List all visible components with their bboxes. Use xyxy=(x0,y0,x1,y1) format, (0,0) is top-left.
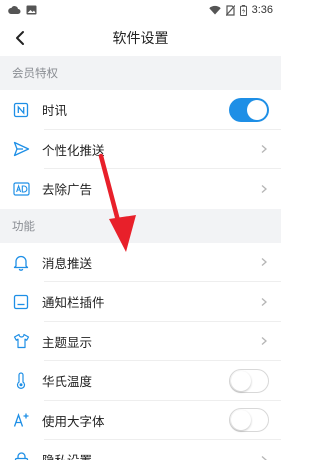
setting-row-news[interactable]: 时讯 xyxy=(0,90,281,130)
section-list-features: 消息推送 通知栏插件 主题显示 华氏温度 使用大字体 隐私设置 xyxy=(0,243,281,460)
section-header-vip: 会员特权 xyxy=(0,56,281,90)
page-title: 软件设置 xyxy=(112,31,169,47)
no-sim-icon xyxy=(225,4,235,16)
setting-row-large-font[interactable]: 使用大字体 xyxy=(0,401,281,441)
bell-icon xyxy=(12,253,30,271)
fahrenheit-toggle[interactable] xyxy=(229,368,269,393)
setting-label-message-push: 消息推送 xyxy=(42,255,93,271)
status-bar: 3:36 xyxy=(0,0,281,20)
wifi-icon xyxy=(208,5,221,15)
setting-label-privacy: 隐私设置 xyxy=(42,450,259,460)
setting-label-personalized-push: 个性化推送 xyxy=(42,142,105,158)
chevron-right-icon xyxy=(261,297,267,306)
send-icon xyxy=(12,140,30,158)
chevron-right-icon xyxy=(261,184,267,193)
setting-label-news: 时讯 xyxy=(42,103,68,119)
chevron-left-icon xyxy=(16,31,24,45)
setting-row-privacy[interactable]: 隐私设置 xyxy=(0,440,281,460)
setting-label-notification-widget: 通知栏插件 xyxy=(42,295,105,311)
setting-label-remove-ads: 去除广告 xyxy=(42,182,93,198)
setting-label-fahrenheit: 华氏温度 xyxy=(42,374,93,390)
setting-row-personalized-push[interactable]: 个性化推送 xyxy=(0,130,281,170)
section-list-vip: 时讯 个性化推送 去除广告 xyxy=(0,90,281,209)
ad-icon xyxy=(12,180,30,198)
chevron-right-icon xyxy=(261,145,267,154)
setting-row-theme[interactable]: 主题显示 xyxy=(0,322,281,362)
notification-widget-icon xyxy=(12,293,30,311)
news-toggle[interactable] xyxy=(229,97,269,122)
shirt-icon xyxy=(12,332,30,350)
lock-icon xyxy=(12,451,30,460)
setting-row-remove-ads[interactable]: 去除广告 xyxy=(0,169,281,209)
title-bar: 软件设置 xyxy=(0,20,281,56)
chevron-right-icon xyxy=(261,455,267,460)
setting-row-fahrenheit[interactable]: 华氏温度 xyxy=(0,361,281,401)
section-header-features: 功能 xyxy=(0,208,281,243)
setting-row-notification-widget[interactable]: 通知栏插件 xyxy=(0,282,281,322)
news-icon xyxy=(12,101,30,119)
status-time: 3:36 xyxy=(251,4,273,16)
large-font-toggle[interactable] xyxy=(229,408,269,433)
battery-icon xyxy=(239,4,247,16)
font-size-icon xyxy=(12,411,30,429)
chevron-right-icon xyxy=(261,258,267,267)
chevron-right-icon xyxy=(261,337,267,346)
image-icon xyxy=(26,5,37,15)
cloud-icon xyxy=(8,6,21,14)
setting-row-message-push[interactable]: 消息推送 xyxy=(0,243,281,283)
thermometer-icon xyxy=(12,372,30,390)
setting-label-theme: 主题显示 xyxy=(42,334,93,350)
back-button[interactable] xyxy=(6,24,34,52)
setting-label-large-font: 使用大字体 xyxy=(42,413,105,429)
